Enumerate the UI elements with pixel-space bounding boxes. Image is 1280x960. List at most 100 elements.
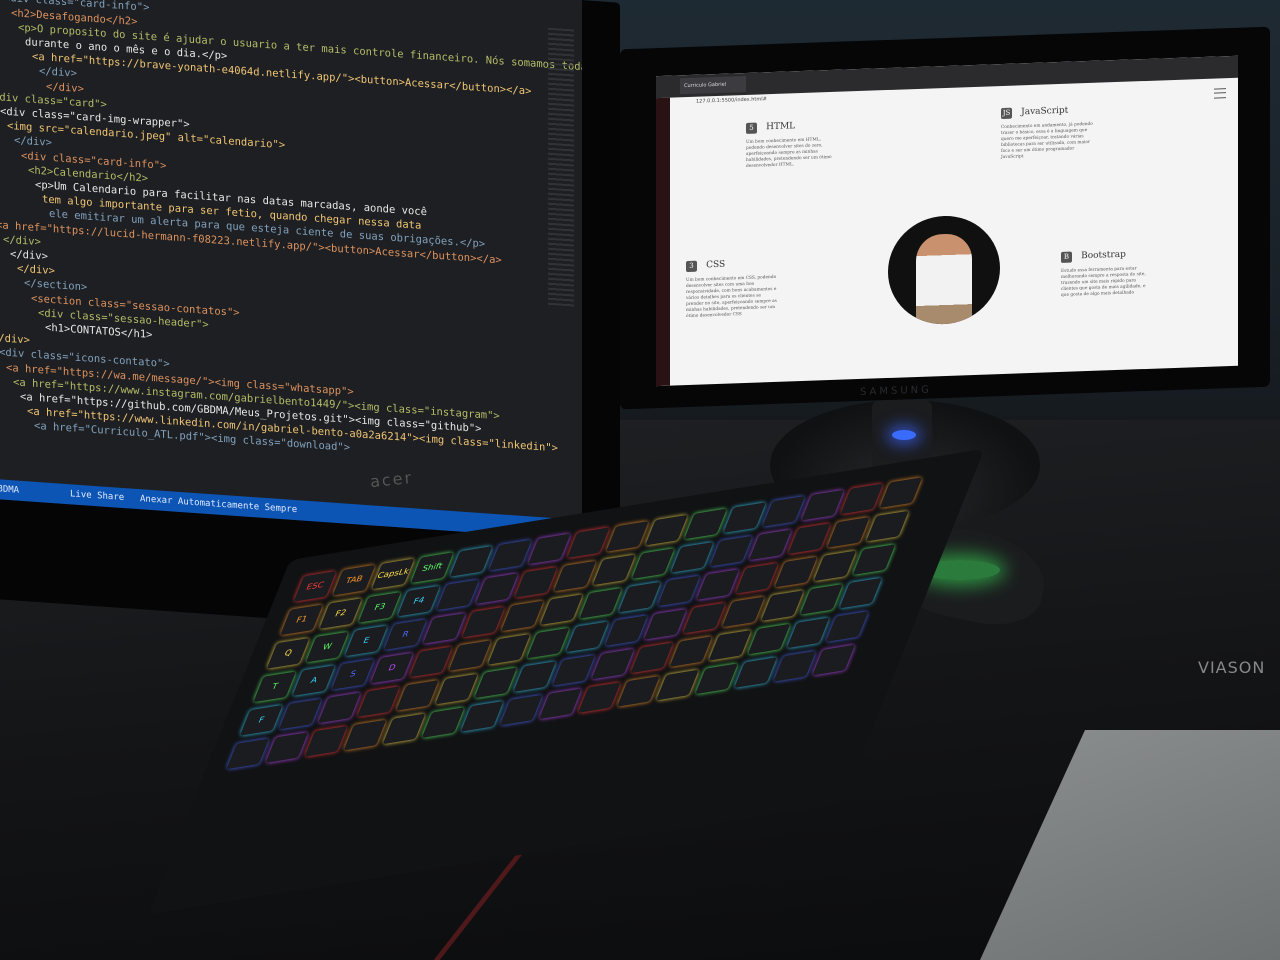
keyboard-key: T	[253, 671, 297, 703]
keyboard-key	[553, 560, 597, 592]
skill-title: JavaScript	[1021, 105, 1069, 118]
keyboard-key	[787, 523, 831, 555]
keyboard-key	[604, 615, 648, 647]
keyboard-key	[487, 633, 531, 665]
keyboard-key	[226, 738, 270, 770]
keyboard-key	[499, 694, 543, 726]
keyboard-key	[396, 679, 439, 711]
keyboard-key: ESC	[293, 571, 337, 602]
address-bar[interactable]: 127.0.0.1:5500/index.html#	[696, 96, 767, 104]
hamburger-menu-icon[interactable]	[1214, 88, 1226, 99]
browser-sidebar	[656, 97, 670, 387]
javascript-icon: JS	[1001, 107, 1012, 120]
keyboard-key	[657, 575, 701, 607]
code-editor: <img src="desafogando.jpeg" alt="desafog…	[0, 0, 582, 541]
browser-tab[interactable]: Curriculo Gabriel	[680, 75, 746, 95]
keyboard-key	[435, 673, 478, 705]
keyboard-key	[747, 623, 791, 655]
keyboard-key	[448, 640, 492, 672]
status-action[interactable]: Anexar Automaticamente Sempre	[140, 494, 297, 515]
editor-minimap[interactable]	[548, 27, 574, 310]
profile-photo	[888, 214, 1000, 326]
keyboard-key	[357, 686, 400, 718]
keyboard-key	[382, 713, 426, 745]
keyboard-key	[826, 516, 870, 548]
keyboard-key	[761, 590, 804, 622]
desk-setup-photo: Curriculo Gabriel 127.0.0.1:5500/index.h…	[0, 0, 1280, 960]
keyboard-key	[409, 646, 453, 678]
code-line: </div>	[46, 80, 84, 95]
code-line: </div>	[3, 233, 41, 249]
keyboard-key: W	[305, 631, 349, 663]
status-live-share[interactable]: Live Share	[70, 489, 124, 503]
keyboard-key	[552, 654, 596, 686]
skill-description: Um bom conhecimento em HTML, podendo des…	[746, 137, 832, 169]
keyboard-key	[682, 602, 726, 634]
samsung-logo: SAMSUNG	[860, 384, 932, 398]
keyboard-key	[840, 483, 884, 515]
skill-card-javascript: JS JavaScript Conhecimento em andamento,…	[1001, 97, 1093, 161]
keyboard-key	[630, 642, 674, 674]
keyboard-key	[801, 489, 845, 521]
keyboard-key	[866, 510, 909, 542]
keyboard-key	[488, 539, 532, 571]
keyboard-key	[786, 617, 830, 649]
keyboard-key	[825, 611, 869, 642]
keyboard-key	[723, 502, 767, 534]
keyboard-key	[721, 596, 765, 628]
keyboard-key	[695, 663, 738, 695]
keyboard-key	[708, 629, 752, 661]
keyboard-key: A	[292, 665, 336, 697]
skill-description: Estudo essa ferramenta para estar melhor…	[1061, 266, 1146, 298]
person-figure	[916, 233, 972, 326]
keyboard-key	[422, 612, 466, 644]
keyboard-key	[813, 550, 857, 582]
keyboard-key: R	[383, 619, 427, 651]
keyboard-key	[734, 657, 778, 688]
keyboard-key	[526, 627, 570, 659]
skill-title: Bootstrap	[1081, 249, 1126, 262]
keyboard-key	[709, 535, 753, 567]
keyboard-key	[773, 650, 817, 682]
skill-card-css: 3 CSS Um bom conhecimento em CSS, podend…	[686, 250, 778, 320]
keyboard-key	[592, 554, 636, 586]
keyboard-key	[278, 698, 322, 730]
skill-card-html: 5 HTML Um bom conhecimento em HTML, pode…	[746, 112, 838, 170]
keyboard-key	[566, 527, 610, 559]
keyboard-key	[421, 707, 465, 738]
keyboard-key: F2	[319, 598, 362, 630]
browser-window: Curriculo Gabriel 127.0.0.1:5500/index.h…	[656, 55, 1238, 387]
keyboard-key	[565, 621, 609, 653]
keyboard-key	[839, 577, 883, 609]
keyboard-key	[436, 579, 480, 611]
skill-description: Conhecimento em andamento, já podendo tr…	[1001, 121, 1093, 161]
keyboard-key: F4	[397, 585, 441, 617]
keyboard-key	[579, 587, 622, 619]
keyboard-key	[669, 636, 713, 667]
keyboard-key	[879, 477, 923, 509]
keyboard-key	[606, 521, 649, 552]
right-monitor: Curriculo Gabriel 127.0.0.1:5500/index.h…	[620, 26, 1270, 410]
keyboard-key	[317, 692, 361, 724]
keyboard-key	[735, 562, 779, 594]
keyboard-key	[538, 688, 582, 720]
keyboard-key	[656, 669, 699, 701]
keyboard-key	[748, 529, 792, 561]
keyboard-key	[643, 608, 687, 640]
keyboard-key	[501, 600, 544, 632]
keyboard-key	[670, 541, 714, 573]
keyboard-key	[631, 548, 675, 580]
keyboard-key	[618, 581, 662, 613]
code-line: </div>	[39, 65, 77, 81]
code-line: </div>	[10, 248, 48, 263]
keyboard-key	[617, 675, 660, 707]
keyboard-key: CapsLk	[371, 558, 415, 590]
keyboard-key	[343, 719, 387, 751]
keyboard-key: F	[239, 704, 283, 736]
keyboard-key: F1	[280, 604, 323, 636]
browser-title-bar: Curriculo Gabriel	[656, 55, 1238, 99]
keyboard-key	[449, 546, 493, 577]
keyboard-key	[696, 569, 740, 601]
keyboard-key: Shift	[410, 552, 454, 584]
status-user[interactable]: GBDMA	[0, 484, 19, 496]
